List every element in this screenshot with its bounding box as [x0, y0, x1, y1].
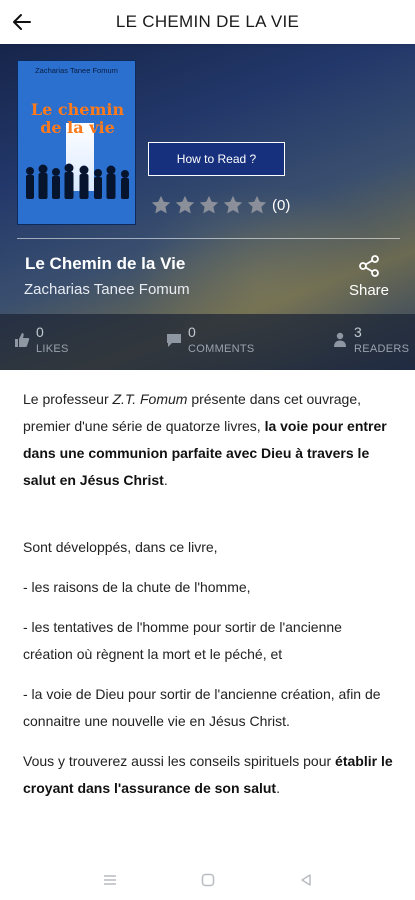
system-nav-bar — [0, 860, 415, 900]
menu-icon — [103, 875, 116, 885]
star-icon[interactable] — [198, 194, 220, 216]
book-title: Le Chemin de la Vie — [25, 254, 186, 273]
comments-count: 0 — [188, 324, 196, 340]
divider — [17, 238, 400, 239]
comment-icon — [167, 334, 181, 347]
likes-label: LIKES — [36, 343, 69, 355]
description-paragraph: Vous y trouverez aussi les conseils spir… — [23, 748, 393, 802]
description-paragraph: - les tentatives de l'homme pour sortir … — [23, 619, 342, 662]
star-icon[interactable] — [174, 194, 196, 216]
back-button[interactable] — [10, 10, 34, 34]
triangle-back-icon — [300, 874, 311, 886]
page-title: LE CHEMIN DE LA VIE — [115, 12, 300, 31]
likes-count: 0 — [36, 324, 44, 340]
share-button[interactable]: Share — [344, 254, 394, 304]
description-text: Le professeur — [23, 391, 113, 407]
rating-stars[interactable]: (0) — [150, 194, 290, 216]
thumbs-up-icon — [15, 333, 30, 347]
description-paragraph: Le professeur Z.T. Fomum présente dans c… — [23, 386, 393, 494]
description-author: Z.T. Fomum — [112, 391, 188, 407]
star-icon[interactable] — [150, 194, 172, 216]
cover-title-line-1: Le chemin — [30, 100, 125, 119]
description-text: Vous y trouverez aussi les conseils spir… — [23, 753, 336, 769]
description-text: . — [163, 472, 168, 488]
comments-label: COMMENTS — [188, 343, 255, 355]
book-header: Zacharias Tanee Fomum Le chemin de la vi… — [0, 44, 415, 370]
book-author[interactable]: Zacharias Tanee Fomum — [24, 281, 190, 298]
star-icon[interactable] — [246, 194, 268, 216]
description-text: . — [276, 780, 280, 796]
rating-count: (0) — [272, 196, 291, 214]
book-cover[interactable]: Zacharias Tanee Fomum Le chemin de la vi… — [17, 60, 136, 225]
share-icon — [359, 255, 379, 277]
readers-label: READERS — [354, 343, 410, 355]
readers-count: 3 — [354, 324, 362, 340]
recent-apps-button[interactable] — [101, 871, 119, 889]
share-label: Share — [348, 282, 390, 299]
home-square-icon — [201, 873, 214, 887]
cover-silhouettes — [26, 163, 129, 199]
description-paragraph: Sont développés, dans ce livre, — [23, 539, 218, 555]
book-description: Le professeur Z.T. Fomum présente dans c… — [23, 386, 393, 815]
description-paragraph: - les raisons de la chute de l'homme, — [23, 579, 251, 595]
cover-author: Zacharias Tanee Fomum — [35, 66, 118, 75]
person-icon — [334, 332, 346, 347]
app-bar: LE CHEMIN DE LA VIE — [0, 0, 415, 44]
star-icon[interactable] — [222, 194, 244, 216]
home-button[interactable] — [199, 871, 217, 889]
system-back-button[interactable] — [297, 871, 315, 889]
cover-title: Le chemin de la vie — [22, 101, 133, 137]
cover-title-line-2: de la vie — [40, 118, 115, 137]
description-paragraph: - la voie de Dieu pour sortir de l'ancie… — [23, 686, 381, 729]
arrow-left-icon — [13, 14, 31, 30]
stats-bar: 0 LIKES 0 COMMENTS 3 READERS — [0, 314, 415, 370]
how-to-read-button[interactable]: How to Read ? — [148, 142, 285, 176]
